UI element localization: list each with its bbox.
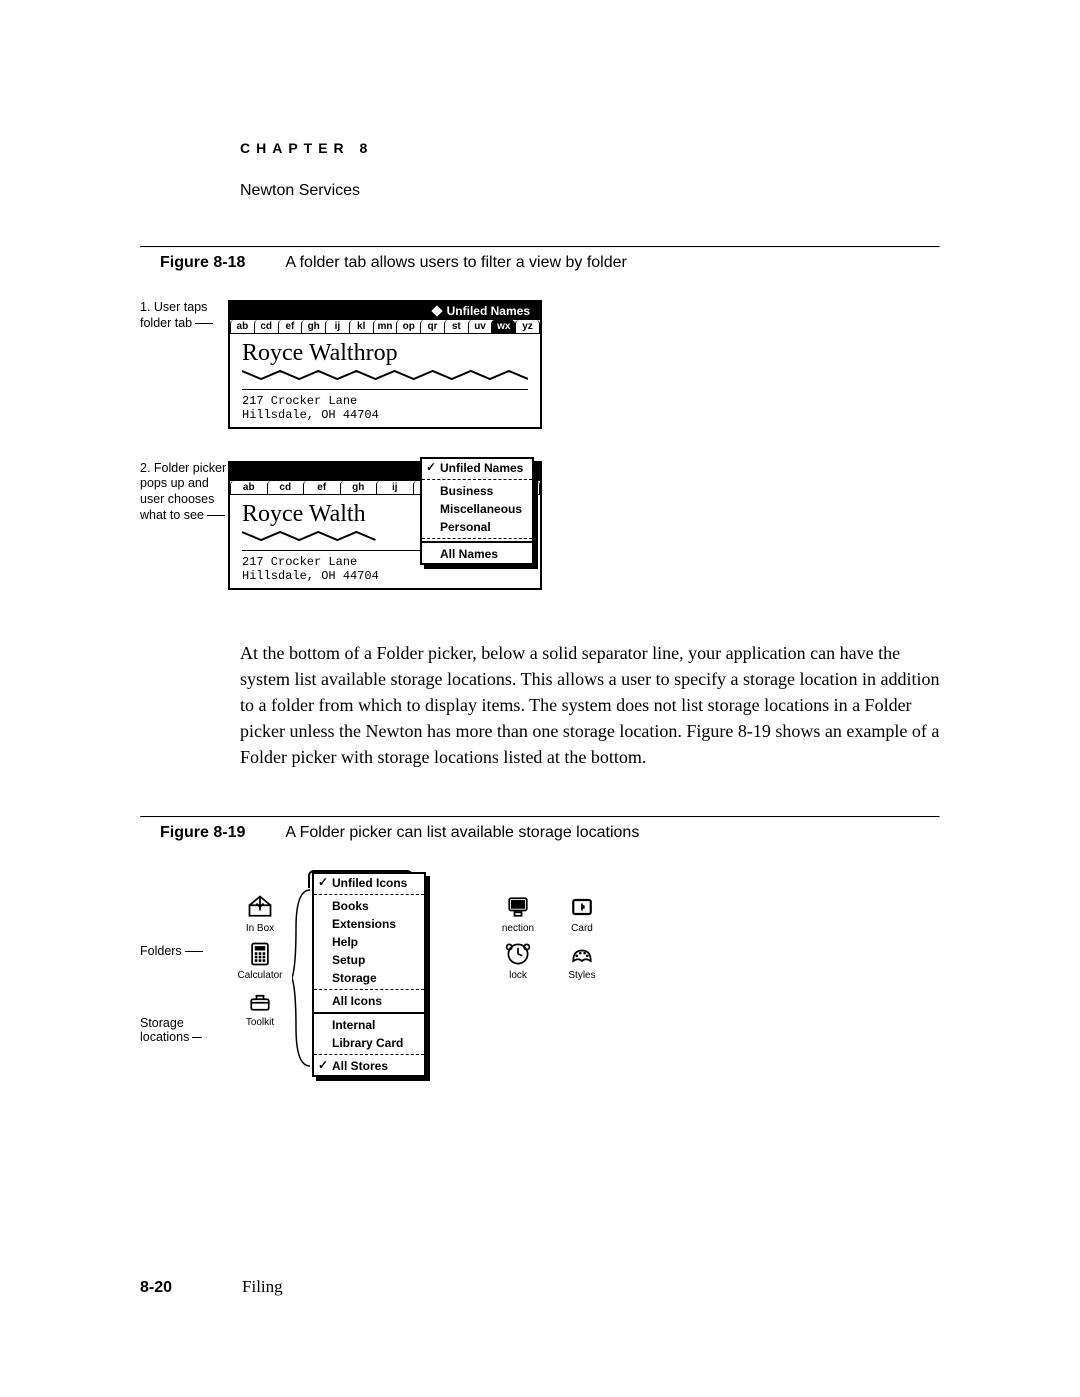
picker-item-unfiled-icons[interactable]: Unfiled Icons [314,874,424,892]
alpha-tabs[interactable]: abcdefghijklmnopqrstuvwxyz [230,320,540,334]
app-icon-styles[interactable]: Styles [550,940,614,981]
record-address: 217 Crocker Lane Hillsdale, OH 44704 [242,389,528,423]
page-footer: 8-20 Filing [140,1277,283,1297]
picker-item-business[interactable]: Business [422,482,532,500]
page-number: 8-20 [140,1279,172,1297]
section-heading: Newton Services [240,182,940,200]
body-paragraph: At the bottom of a Folder picker, below … [240,640,940,770]
picker-item-setup[interactable]: Setup [314,951,424,969]
figure-label: Figure 8-18 [160,254,245,272]
picker-item-help[interactable]: Help [314,933,424,951]
app-icon-inbox[interactable]: In Box [228,893,292,934]
diamond-icon [431,305,442,316]
brace-icon [292,888,312,1068]
picker-item-extensions[interactable]: Extensions [314,915,424,933]
chapter-heading: CHAPTER 8 [240,140,940,156]
callout-2: 2. Folder picker pops up and user choose… [140,461,228,524]
app-icon-toolkit[interactable]: Toolkit [228,987,292,1028]
folder-picker-popup[interactable]: Unfiled Names Business Miscellaneous Per… [420,457,534,565]
figure-8-18: Figure 8-18 A folder tab allows users to… [140,246,940,590]
figure-rule [140,816,940,818]
app-icon-connection[interactable]: nection [486,893,550,934]
picker-item-all[interactable]: All Names [422,545,532,563]
picker-item-unfiled[interactable]: Unfiled Names [422,459,532,477]
figure-rule [140,246,940,248]
record-name: Royce Walthrop [242,340,528,367]
picker-item-all-stores[interactable]: All Stores [314,1057,424,1075]
figure-8-19: Figure 8-19 A Folder picker can list ava… [140,816,940,1044]
footer-text: Filing [242,1277,283,1297]
folder-picker-popup-extras[interactable]: Unfiled Icons Books Extensions Help Setu… [312,872,426,1077]
extras-window: ✓ Unfiled Icons In Box Out nec [228,870,648,1028]
callout-folders: Folders [140,944,228,958]
torn-edge [242,369,528,381]
folder-tab[interactable]: Unfiled Names [427,304,536,318]
figure-caption: A Folder picker can list available stora… [285,824,639,842]
picker-item-library-card[interactable]: Library Card [314,1034,424,1052]
callout-1: 1. User taps folder tab [140,300,228,331]
picker-item-all-icons[interactable]: All Icons [314,992,424,1010]
picker-item-internal[interactable]: Internal [314,1016,424,1034]
app-icon-card[interactable]: Card [550,893,614,934]
folder-tab-label: Unfiled Names [447,304,530,318]
callout-stores: Storage locations [140,1016,228,1044]
app-icon-calculator[interactable]: Calculator [228,940,292,981]
picker-item-books[interactable]: Books [314,897,424,915]
figure-label: Figure 8-19 [160,824,245,842]
figure-caption: A folder tab allows users to filter a vi… [285,254,627,272]
names-window-2: ✓ Unfiled Names abcdefghijklmn z Royce W… [228,461,542,590]
picker-item-personal[interactable]: Personal [422,518,532,536]
names-window-1: Unfiled Names abcdefghijklmnopqrstuvwxyz… [228,300,542,429]
picker-item-misc[interactable]: Miscellaneous [422,500,532,518]
app-icon-clock[interactable]: lock [486,940,550,981]
picker-item-storage[interactable]: Storage [314,969,424,987]
